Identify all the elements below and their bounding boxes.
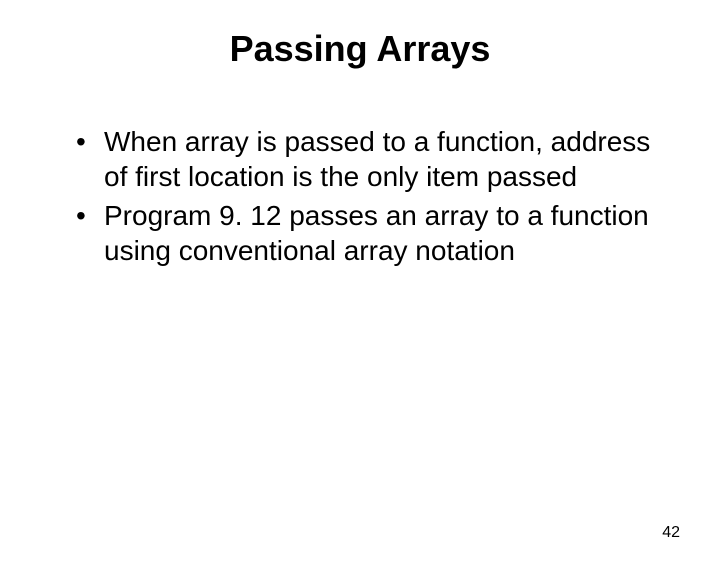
slide-title: Passing Arrays (0, 28, 720, 70)
list-item: When array is passed to a function, addr… (70, 124, 670, 194)
bullet-list: When array is passed to a function, addr… (70, 124, 670, 268)
page-number: 42 (662, 524, 680, 542)
list-item: Program 9. 12 passes an array to a funct… (70, 198, 670, 268)
slide-content: When array is passed to a function, addr… (0, 124, 720, 268)
slide: Passing Arrays When array is passed to a… (0, 28, 720, 568)
